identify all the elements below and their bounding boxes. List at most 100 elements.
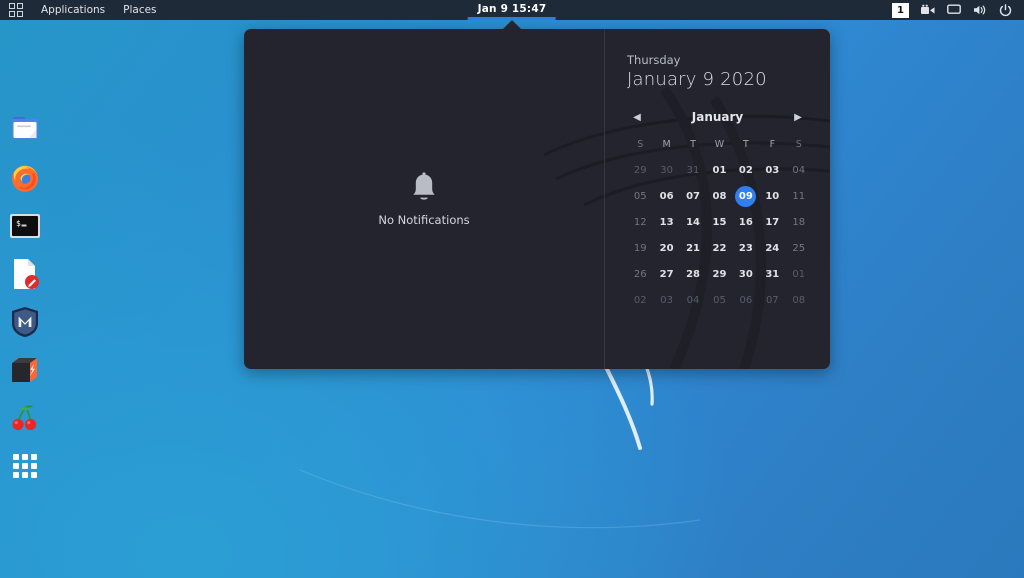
dock-item-cherrytree[interactable] (7, 400, 43, 436)
calendar-day-cell[interactable]: 08 (786, 287, 812, 313)
calendar-day-cell[interactable]: 12 (627, 209, 653, 235)
dock-item-files[interactable] (7, 112, 43, 148)
calendar-day-number: 02 (735, 160, 756, 181)
calendar-full-date-label: January 9 2020 (627, 69, 812, 90)
calendar-day-cell[interactable]: 30 (653, 157, 679, 183)
display-icon[interactable] (947, 4, 961, 16)
calendar-day-cell[interactable]: 01 (786, 261, 812, 287)
calendar-day-cell[interactable]: 02 (627, 287, 653, 313)
calendar-day-number: 16 (735, 212, 756, 233)
calendar-day-cell[interactable]: 05 (706, 287, 732, 313)
calendar-day-number: 24 (762, 238, 783, 259)
calendar-weekday-header: M (653, 135, 679, 157)
calendar-day-number: 11 (788, 186, 809, 207)
calendar-weekday-header: W (706, 135, 732, 157)
workspace-indicator[interactable]: 1 (892, 3, 909, 18)
calendar-day-cell[interactable]: 17 (759, 209, 785, 235)
calendar-day-cell[interactable]: 20 (653, 235, 679, 261)
calendar-day-cell[interactable]: 21 (680, 235, 706, 261)
calendar-week-row: 02030405060708 (627, 287, 812, 313)
activities-button[interactable] (0, 0, 32, 20)
calendar-day-cell[interactable]: 14 (680, 209, 706, 235)
calendar-day-cell[interactable]: 07 (759, 287, 785, 313)
show-applications-icon (11, 452, 39, 480)
calendar-day-cell[interactable]: 09 (733, 183, 759, 209)
dock-item-burpsuite[interactable] (7, 352, 43, 388)
clock-label: Jan 9 15:47 (468, 0, 557, 17)
calendar-day-cell[interactable]: 03 (653, 287, 679, 313)
next-month-button[interactable]: ▶ (790, 109, 806, 125)
calendar-day-cell[interactable]: 02 (733, 157, 759, 183)
calendar-day-cell[interactable]: 31 (759, 261, 785, 287)
calendar-day-cell[interactable]: 24 (759, 235, 785, 261)
clock-button[interactable]: Jan 9 15:47 (468, 0, 557, 20)
calendar-day-cell[interactable]: 30 (733, 261, 759, 287)
calendar-weekday-header: S (786, 135, 812, 157)
text-editor-icon (10, 258, 40, 290)
dock-item-terminal[interactable]: $ (7, 208, 43, 244)
calendar-day-number: 30 (656, 160, 677, 181)
calendar-weekday-header: T (680, 135, 706, 157)
calendar-weekday-header: S (627, 135, 653, 157)
calendar-day-cell[interactable]: 06 (653, 183, 679, 209)
calendar-day-number: 26 (630, 264, 651, 285)
calendar-day-number: 07 (683, 186, 704, 207)
calendar-day-cell[interactable]: 29 (627, 157, 653, 183)
calendar-day-number: 03 (762, 160, 783, 181)
calendar-day-number: 06 (735, 290, 756, 311)
calendar-day-number: 22 (709, 238, 730, 259)
calendar-day-cell[interactable]: 18 (786, 209, 812, 235)
calendar-day-cell[interactable]: 22 (706, 235, 732, 261)
calendar-day-cell[interactable]: 25 (786, 235, 812, 261)
power-icon[interactable] (999, 4, 1012, 17)
calendar-day-cell[interactable]: 29 (706, 261, 732, 287)
firefox-icon (9, 162, 41, 194)
calendar-day-cell[interactable]: 16 (733, 209, 759, 235)
calendar-day-cell[interactable]: 19 (627, 235, 653, 261)
previous-month-button[interactable]: ◀ (629, 109, 645, 125)
cherrytree-icon (9, 403, 41, 433)
calendar-day-number: 01 (788, 264, 809, 285)
calendar-weekday-header: F (759, 135, 785, 157)
notifications-section: No Notifications (244, 29, 604, 369)
no-notifications-placeholder: No Notifications (378, 172, 469, 227)
calendar-day-cell[interactable]: 27 (653, 261, 679, 287)
calendar-day-cell[interactable]: 23 (733, 235, 759, 261)
calendar-day-number: 25 (788, 238, 809, 259)
dock-item-text-editor[interactable] (7, 256, 43, 292)
calendar-day-number: 06 (656, 186, 677, 207)
calendar-day-cell[interactable]: 01 (706, 157, 732, 183)
calendar-day-number: 15 (709, 212, 730, 233)
calendar-day-cell[interactable]: 31 (680, 157, 706, 183)
dock-item-firefox[interactable] (7, 160, 43, 196)
calendar-day-cell[interactable]: 06 (733, 287, 759, 313)
calendar-day-today: 09 (735, 186, 756, 207)
calendar-day-cell[interactable]: 07 (680, 183, 706, 209)
calendar-weekday-header: T (733, 135, 759, 157)
calendar-day-number: 01 (709, 160, 730, 181)
calendar-day-cell[interactable]: 15 (706, 209, 732, 235)
applications-menu-label: Applications (41, 4, 105, 16)
dock-item-metasploit[interactable] (7, 304, 43, 340)
screencast-icon[interactable] (921, 4, 935, 16)
calendar-day-cell[interactable]: 03 (759, 157, 785, 183)
calendar-day-cell[interactable]: 26 (627, 261, 653, 287)
calendar-day-cell[interactable]: 04 (680, 287, 706, 313)
calendar-day-cell[interactable]: 04 (786, 157, 812, 183)
calendar-day-cell[interactable]: 11 (786, 183, 812, 209)
calendar-day-cell[interactable]: 05 (627, 183, 653, 209)
burpsuite-icon (9, 355, 41, 385)
volume-icon[interactable] (973, 4, 987, 16)
calendar-body: 2930310102030405060708091011121314151617… (627, 157, 812, 313)
places-menu[interactable]: Places (114, 0, 165, 20)
dock-item-show-applications[interactable] (7, 448, 43, 484)
calendar-day-number: 05 (630, 186, 651, 207)
calendar-day-cell[interactable]: 10 (759, 183, 785, 209)
calendar-day-cell[interactable]: 28 (680, 261, 706, 287)
calendar-day-cell[interactable]: 13 (653, 209, 679, 235)
calendar-day-cell[interactable]: 08 (706, 183, 732, 209)
top-bar-status-area: 1 (892, 0, 1020, 20)
calendar-week-row: 0506 0708091011 (627, 183, 812, 209)
applications-menu[interactable]: Applications (32, 0, 114, 20)
places-menu-label: Places (123, 4, 156, 16)
